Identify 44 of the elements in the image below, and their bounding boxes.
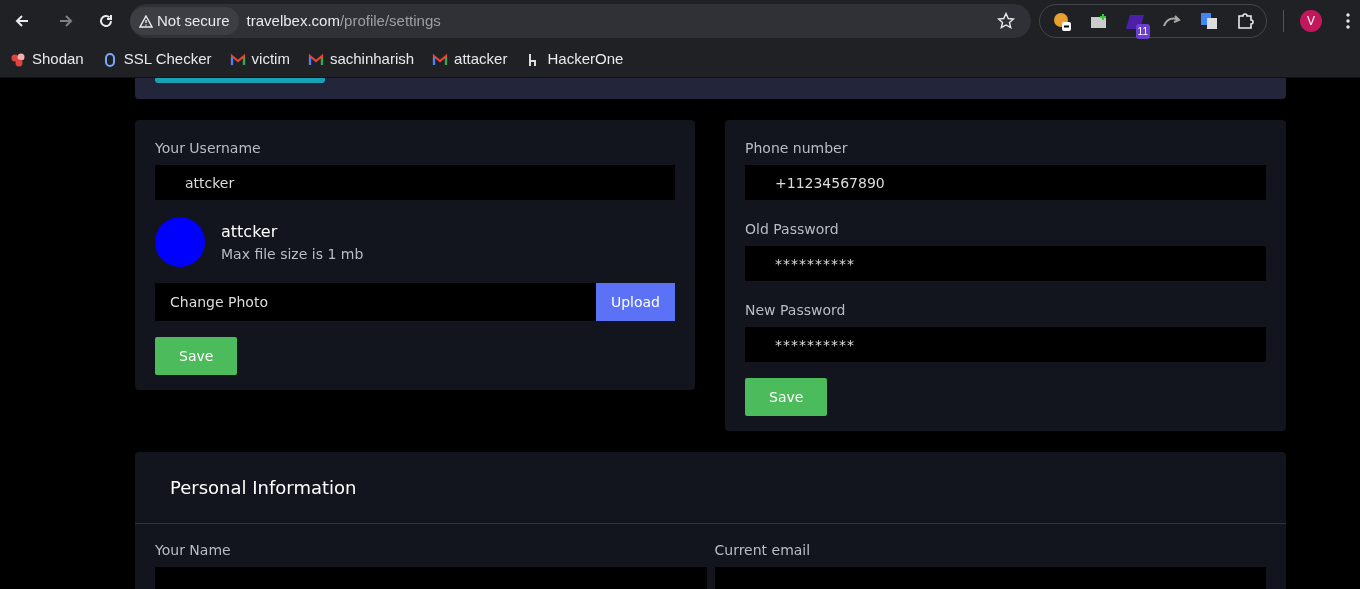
back-icon[interactable]: [14, 13, 30, 29]
shodan-icon: [10, 51, 26, 68]
count-badge: 11: [1135, 24, 1150, 39]
reload-icon[interactable]: [98, 13, 114, 29]
password-field[interactable]: **********: [745, 327, 1266, 362]
bookmark[interactable]: attacker: [432, 48, 508, 71]
field-label: New Password: [745, 302, 847, 319]
menu-icon[interactable]: [1346, 13, 1350, 29]
file-hint: Max file size is 1 mb: [221, 244, 364, 264]
field-label: Your Name: [155, 542, 232, 559]
warning-icon: [139, 14, 153, 28]
mail-icon: [229, 51, 246, 68]
password-field[interactable]: **********: [745, 246, 1266, 281]
cookie-icon[interactable]: [1052, 11, 1072, 31]
security-label: Not secure: [157, 10, 230, 31]
url-host: travelbex.com: [246, 12, 340, 29]
puzzle-icon[interactable]: [1236, 12, 1254, 30]
field-label: Current email: [714, 542, 812, 559]
bookmark[interactable]: HackerOne: [525, 48, 624, 71]
display-name: attcker: [221, 220, 279, 243]
arrow-icon[interactable]: [1162, 14, 1182, 28]
upload-button[interactable]: Upload: [595, 283, 675, 321]
username-field[interactable]: attcker: [155, 165, 675, 200]
forward-icon[interactable]: [58, 13, 74, 29]
section-title: Personal Information: [135, 452, 1286, 524]
avatar-circle: [155, 217, 205, 267]
mail-icon: [307, 51, 324, 68]
phone-field[interactable]: +11234567890: [745, 165, 1266, 200]
field-label: Old Password: [745, 221, 840, 238]
mail-icon: [432, 51, 449, 68]
bookmark[interactable]: SSL Checker: [101, 48, 212, 71]
bookmark[interactable]: sachinharish: [307, 48, 415, 71]
star-icon[interactable]: [997, 12, 1015, 30]
photo-field[interactable]: Change Photo: [155, 283, 596, 321]
profile-avatar[interactable]: V: [1300, 10, 1322, 32]
address-bar[interactable]: Not secure travelbex.com/profile/settings: [130, 4, 1031, 38]
security-chip[interactable]: Not secure: [130, 6, 239, 36]
field-label: Phone number: [745, 140, 849, 157]
field-label: Your Username: [155, 140, 262, 157]
folder-plus-icon[interactable]: [1090, 13, 1108, 29]
translate-icon[interactable]: [1200, 12, 1218, 30]
url-path: /profile/settings: [339, 12, 441, 29]
bookmark[interactable]: Shodan: [10, 48, 84, 71]
bookmark[interactable]: victim: [229, 48, 290, 71]
